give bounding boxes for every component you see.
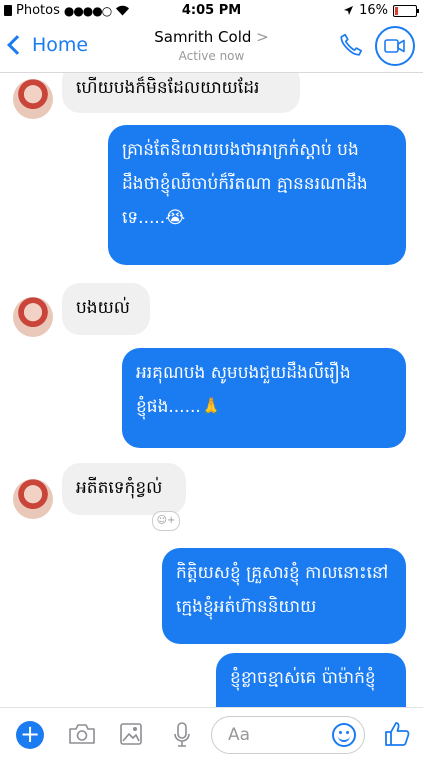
message-composer: + Aa	[0, 707, 423, 762]
add-reaction-button[interactable]: ☺+	[152, 511, 180, 531]
camera-icon[interactable]	[68, 722, 96, 746]
outgoing-message[interactable]: ខ្ញុំខ្លាចខ្មាស់គេ ប៉ាម៉ាក់ខ្ញុំ	[216, 653, 406, 707]
conversation-header: Home Samrith Cold > Active now	[0, 22, 423, 73]
smiley-icon[interactable]	[332, 723, 356, 747]
microphone-icon[interactable]	[172, 722, 192, 748]
contact-avatar[interactable]	[13, 79, 53, 119]
incoming-message[interactable]: អតីតទេកុំខ្វល់	[62, 463, 186, 515]
photo-gallery-icon[interactable]	[119, 722, 143, 746]
contact-avatar[interactable]	[13, 479, 53, 519]
incoming-message[interactable]: ហើយបងក៏មិនដែលយាយដែរ	[62, 73, 300, 113]
outgoing-message[interactable]: គ្រាន់តែនិយាយបងថាអាក្រក់ស្តាប់ បងដឹងថាខ្…	[108, 125, 406, 265]
chevron-right-icon: >	[256, 28, 269, 46]
contact-name-text: Samrith Cold	[154, 28, 252, 46]
message-thread[interactable]: ហើយបងក៏មិនដែលយាយដែរ គ្រាន់តែនិយាយបងថាអាក…	[0, 73, 423, 707]
message-input[interactable]: Aa	[211, 716, 365, 754]
outgoing-message[interactable]: កិត្តិយសខ្ញុំ គ្រួសារខ្ញុំ កាលនោះនៅក្មេង…	[162, 548, 406, 644]
thumbs-up-icon[interactable]	[383, 720, 411, 748]
battery-percent: 16%	[359, 3, 388, 18]
plus-icon[interactable]: +	[16, 721, 44, 749]
video-call-icon	[384, 39, 405, 53]
incoming-message[interactable]: បងយល់	[62, 283, 150, 335]
contact-avatar[interactable]	[13, 297, 53, 337]
video-call-button[interactable]	[375, 26, 415, 66]
location-arrow-icon	[344, 6, 354, 15]
message-input-placeholder: Aa	[228, 725, 251, 745]
phone-icon[interactable]	[338, 32, 364, 58]
battery-icon	[393, 4, 419, 17]
status-bar: Photos ●●●●○ 4:05 PM 16%	[0, 0, 423, 22]
outgoing-message[interactable]: អរគុណបង សូមបងជួយដឹងលីរឿងខ្ញុំផង......🙏	[122, 348, 406, 448]
